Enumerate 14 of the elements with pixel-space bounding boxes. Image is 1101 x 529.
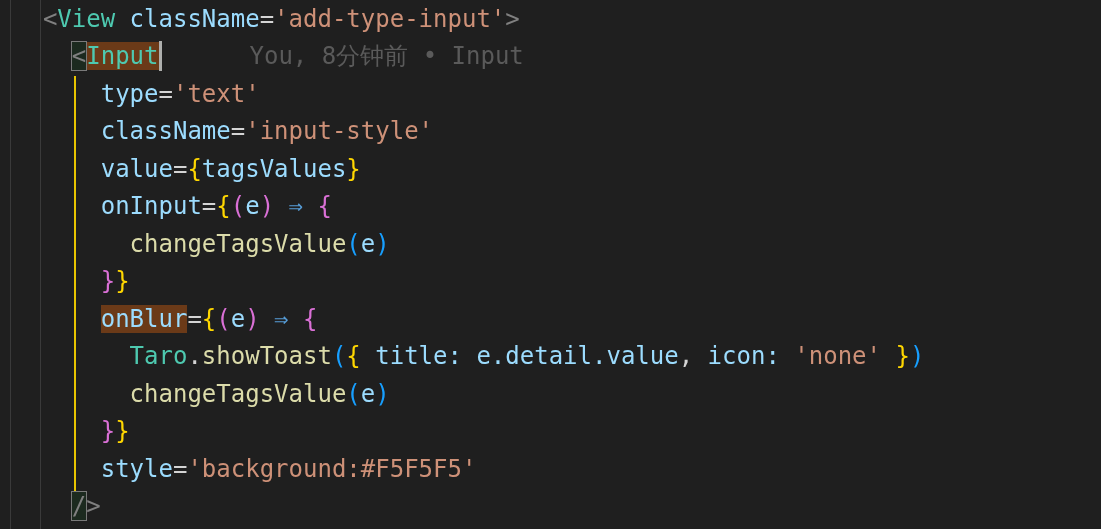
code-line: onBlur={(e) ⇒ {: [99, 303, 318, 334]
code-line: changeTagsValue(e): [128, 228, 390, 259]
code-line: }}: [99, 266, 130, 297]
code-line: value={tagsValues}: [99, 153, 361, 184]
code-line: Taro.showToast({ title: e.detail.value, icon: 'none' }): [128, 341, 925, 372]
code-line: onInput={(e) ⇒ {: [99, 191, 332, 222]
code-line: <View className='add-type-input'>: [41, 3, 520, 34]
blame-annotation: You, 8分钟前 • Input: [249, 41, 524, 73]
code-line: className='input-style': [99, 116, 434, 147]
code-line: style='background:#F5F5F5': [99, 453, 477, 484]
code-line: changeTagsValue(e): [128, 378, 390, 409]
code-line: />: [70, 491, 101, 522]
code-line: type='text': [99, 78, 260, 109]
code-line: }}: [99, 416, 130, 447]
